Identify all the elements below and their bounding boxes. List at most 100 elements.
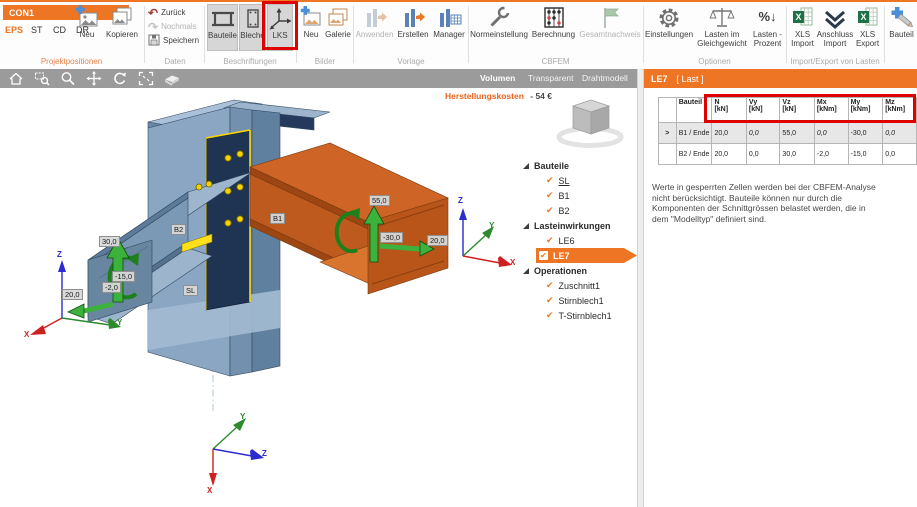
loads-equilibrium-button[interactable]: Lasten im Gleichgewicht bbox=[694, 4, 750, 48]
solid-box-button[interactable] bbox=[163, 71, 179, 86]
checkbox-icon[interactable]: ✔ bbox=[539, 251, 548, 260]
checkmark-icon[interactable]: ✔ bbox=[546, 236, 554, 245]
tree-item-stirnblech1[interactable]: ✔Stirnblech1 bbox=[546, 293, 604, 308]
cell-mx: 0,0 bbox=[814, 123, 848, 144]
panel-splitter[interactable] bbox=[637, 69, 644, 507]
rotate-button[interactable] bbox=[112, 71, 128, 86]
button-label: Lasten - Prozent bbox=[751, 31, 784, 48]
gallery-button[interactable]: Galerie bbox=[324, 4, 352, 40]
axis-label-z: Z bbox=[57, 250, 62, 259]
group-label: Optionen bbox=[645, 57, 784, 66]
add-member-button[interactable]: Bauteil bbox=[886, 4, 917, 40]
navigation-cube[interactable] bbox=[559, 100, 621, 146]
row-selector[interactable] bbox=[659, 144, 677, 165]
axis-label-x: X bbox=[207, 486, 212, 495]
cell-mz[interactable]: 0,0 bbox=[883, 144, 917, 165]
toggle-lks[interactable]: LKS bbox=[267, 4, 293, 51]
group-bilder: Neu Galerie Bilder bbox=[298, 2, 352, 67]
loads-percent-button[interactable]: %↓ Lasten - Prozent bbox=[751, 4, 784, 48]
svg-text:X: X bbox=[860, 12, 866, 22]
code-setup-button[interactable]: Normeinstellung bbox=[470, 4, 528, 40]
tree-group-bauteile[interactable]: Bauteile bbox=[523, 158, 569, 173]
tree-item-t-stirnblech1[interactable]: ✔ T-Stirnblech1 bbox=[546, 308, 612, 323]
tree-item-le6[interactable]: ✔LE6 bbox=[546, 233, 575, 248]
settings-button[interactable]: Einstellungen bbox=[645, 4, 693, 40]
redo-button[interactable]: ↷ Nochmals bbox=[148, 20, 197, 33]
checkmark-icon[interactable]: ✔ bbox=[546, 191, 554, 200]
checkmark-icon[interactable]: ✔ bbox=[546, 281, 554, 290]
axes-icon bbox=[268, 5, 292, 32]
calculation-button[interactable]: Berechnung bbox=[529, 4, 578, 40]
tab-eps[interactable]: EPS bbox=[5, 25, 23, 35]
row-selector[interactable]: > bbox=[659, 123, 677, 144]
xls-import-button[interactable]: X XLS Import bbox=[788, 4, 817, 48]
checkmark-icon[interactable]: ✔ bbox=[546, 206, 554, 215]
group-separator bbox=[353, 6, 354, 63]
zoom-window-button[interactable] bbox=[34, 71, 50, 86]
template-manager-button[interactable]: Manager bbox=[432, 4, 466, 40]
button-label: Galerie bbox=[325, 31, 351, 40]
tree-item-le7-selected[interactable]: ✔ LE7 bbox=[536, 248, 637, 263]
col-mz: Mz[kNm] bbox=[883, 98, 917, 123]
pan-button[interactable] bbox=[86, 71, 102, 86]
col-bauteil: Bauteil bbox=[676, 98, 712, 123]
table-row-b1[interactable]: > B1 / Ende 20,0 0,0 55,0 0,0 -30,0 0,0 bbox=[659, 123, 917, 144]
cell-vz[interactable]: 55,0 bbox=[780, 123, 814, 144]
tree-item-label: SL bbox=[559, 176, 570, 186]
group-importexport: X XLS Import Anschluss Import X XLS Expo… bbox=[788, 2, 882, 67]
cell-n[interactable]: 20,0 bbox=[712, 144, 746, 165]
tab-st[interactable]: ST bbox=[31, 25, 43, 35]
table-row-b2[interactable]: B2 / Ende 20,0 0,0 30,0 -2,0 -15,0 0,0 bbox=[659, 144, 917, 165]
tree-group-label: Bauteile bbox=[534, 161, 569, 171]
tree-item-sl[interactable]: ✔ SL bbox=[546, 173, 570, 188]
view-mode-drahtmodell[interactable]: Drahtmodell bbox=[582, 73, 628, 83]
button-label: Kopieren bbox=[106, 31, 138, 40]
toggle-bleche-labels[interactable]: Bleche bbox=[239, 4, 266, 51]
tree-item-b2[interactable]: ✔B2 bbox=[546, 203, 570, 218]
home-view-button[interactable] bbox=[8, 71, 24, 86]
tab-cd[interactable]: CD bbox=[53, 25, 66, 35]
new-picture-button[interactable]: Neu bbox=[299, 4, 323, 40]
cell-vz[interactable]: 30,0 bbox=[780, 144, 814, 165]
button-label: Neu bbox=[304, 31, 319, 40]
tree-item-le7-row: ✔ LE7 bbox=[515, 248, 637, 263]
cell-mx[interactable]: -2,0 bbox=[814, 144, 848, 165]
cell-vy[interactable]: 0,0 bbox=[746, 144, 780, 165]
tree-item-zuschnitt1[interactable]: ✔Zuschnitt1 bbox=[546, 278, 600, 293]
undo-button[interactable]: ↶ Zurück bbox=[148, 6, 186, 19]
button-label: XLS Export bbox=[853, 31, 882, 48]
3d-viewport[interactable]: Herstellungskosten - 54 € 30,0 -15,0 -2,… bbox=[0, 88, 637, 507]
button-label: Normeinstellung bbox=[470, 31, 528, 40]
tree-group-lasteinwirkungen[interactable]: Lasteinwirkungen bbox=[523, 218, 611, 233]
tree-item-b1[interactable]: ✔B1 bbox=[546, 188, 570, 203]
save-button[interactable]: Speichern bbox=[148, 34, 199, 47]
button-label: Erstellen bbox=[397, 31, 428, 40]
new-project-button[interactable]: Neu bbox=[72, 4, 102, 40]
triad-bottom bbox=[209, 418, 264, 486]
button-label: Zurück bbox=[161, 8, 185, 17]
cell-n[interactable]: 20,0 bbox=[712, 123, 746, 144]
copy-project-button[interactable]: Kopieren bbox=[102, 4, 142, 40]
view-mode-volumen[interactable]: Volumen bbox=[480, 73, 515, 83]
checkmark-icon[interactable]: ✔ bbox=[546, 176, 554, 185]
add-pencil-icon bbox=[889, 4, 915, 31]
checkmark-icon[interactable]: ✔ bbox=[546, 296, 554, 305]
overall-check-button[interactable]: Gesamtnachweis bbox=[579, 4, 641, 40]
checkmark-icon[interactable]: ✔ bbox=[546, 311, 554, 320]
group-label: Daten bbox=[146, 57, 204, 66]
tree-group-label: Lasteinwirkungen bbox=[534, 221, 611, 231]
view-mode-transparent[interactable]: Transparent bbox=[528, 73, 574, 83]
fit-view-button[interactable] bbox=[138, 71, 154, 86]
cell-my[interactable]: -15,0 bbox=[848, 144, 883, 165]
toggle-bauteile-labels[interactable]: Bauteile bbox=[207, 4, 238, 51]
connection-import-button[interactable]: Anschluss Import bbox=[818, 4, 852, 48]
button-label: Manager bbox=[433, 31, 465, 40]
tree-group-operationen[interactable]: Operationen bbox=[523, 263, 587, 278]
group-separator bbox=[144, 6, 145, 63]
xls-export-button[interactable]: X XLS Export bbox=[853, 4, 882, 48]
tree-item-label: T-Stirnblech1 bbox=[559, 311, 612, 321]
template-apply-button[interactable]: Anwenden bbox=[355, 4, 394, 40]
template-create-button[interactable]: Erstellen bbox=[395, 4, 431, 40]
cell-my[interactable]: -30,0 bbox=[848, 123, 883, 144]
zoom-button[interactable] bbox=[60, 71, 76, 86]
